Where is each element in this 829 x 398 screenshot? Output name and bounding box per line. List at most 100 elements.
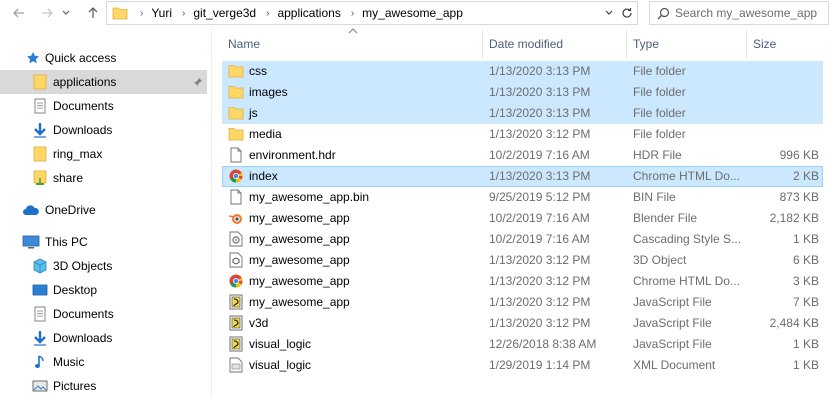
search-box[interactable] [649,1,829,25]
nav-this-pc[interactable]: This PC [0,230,207,254]
file-row[interactable]: images 1/13/2020 3:13 PM File folder [222,82,823,103]
file-row[interactable]: my_awesome_app 1/13/2020 3:12 PM 3D Object… [222,250,823,271]
file-row[interactable]: my_awesome_app 1/13/2020 3:12 PM Chrome HT… [222,271,823,292]
file-type: JavaScript File [633,295,712,309]
nav-item-ring-max[interactable]: ring_max [0,142,207,166]
file-type: JavaScript File [633,337,712,351]
column-size-header[interactable]: Size [747,30,823,58]
file-date-modified: 1/13/2020 3:12 PM [489,295,591,309]
pictures-icon [31,377,49,395]
column-date-header[interactable]: Date modified [483,30,626,58]
chevron-down-icon [605,10,613,15]
file-row[interactable]: media 1/13/2020 3:12 PM File folder [222,124,823,145]
file-row[interactable]: visual_logic 12/26/2018 8:38 AM JavaScript… [222,334,823,355]
folder-icon [228,84,244,100]
recent-locations-button[interactable] [58,2,74,24]
nav-item-label: 3D Objects [53,259,113,273]
file-date-modified: 9/25/2019 5:12 PM [489,190,591,204]
file-type: JavaScript File [633,316,712,330]
file-name: my_awesome_app [249,274,350,288]
chrome-icon [228,273,244,289]
file-row[interactable]: js 1/13/2020 3:13 PM File folder [222,103,823,124]
search-input[interactable] [675,6,825,20]
file-row[interactable]: my_awesome_app 10/2/2019 7:16 AM Cascading… [222,229,823,250]
breadcrumb-applications[interactable]: applications [277,6,340,20]
nav-quick-access[interactable]: Quick access [0,46,207,70]
column-type-header[interactable]: Type [627,30,746,58]
file-type: File folder [633,85,686,99]
breadcrumb-my-awesome-app[interactable]: my_awesome_app [362,6,463,20]
download-arrow-icon [31,329,49,347]
js-file-icon [228,336,244,352]
breadcrumb-git-verge3d[interactable]: git_verge3d [193,6,256,20]
nav-item-pictures[interactable]: Pictures [0,374,207,398]
chevron-down-icon [62,10,70,15]
folder-icon [110,3,130,23]
nav-item-applications[interactable]: applications [0,70,207,94]
file-date-modified: 12/26/2018 8:38 AM [489,337,597,351]
pane-divider[interactable] [211,26,212,398]
pin-icon[interactable] [192,76,204,88]
folder-icon [228,105,244,121]
nav-item-desktop[interactable]: Desktop [0,278,207,302]
file-row[interactable]: my_awesome_app 1/13/2020 3:12 PM JavaScrip… [222,292,823,313]
file-date-modified: 1/13/2020 3:12 PM [489,253,591,267]
address-toolbar: › Yuri › git_verge3d › applications › my… [0,0,829,26]
nav-item-share[interactable]: share [0,166,207,190]
3d-objects-icon [31,257,49,275]
folder-icon [31,73,49,91]
address-history-button[interactable] [601,5,617,21]
file-size: 1 KB [792,337,819,351]
refresh-button[interactable] [619,5,635,21]
js-file-icon [228,315,244,331]
file-size: 2 KB [792,169,819,183]
back-button[interactable] [8,2,30,24]
chrome-icon [228,168,244,184]
file-date-modified: 1/13/2020 3:13 PM [489,85,591,99]
breadcrumb-yuri[interactable]: Yuri [151,6,172,20]
nav-item-music[interactable]: Music [0,350,207,374]
file-row[interactable]: css 1/13/2020 3:13 PM File folder [222,61,823,82]
blender-icon [228,210,244,226]
nav-item-pc-downloads[interactable]: Downloads [0,326,207,350]
navigation-pane: Quick access applications Documents Down… [0,30,210,398]
refresh-icon [622,8,632,18]
file-name: my_awesome_app [249,211,350,225]
nav-item-pc-documents[interactable]: Documents [0,302,207,326]
3d-object-file-icon [228,252,244,268]
nav-item-documents[interactable]: Documents [0,94,207,118]
file-row[interactable]: visual_logic 1/29/2019 1:14 PM XML Documen… [222,355,823,376]
file-type: Cascading Style S... [633,232,741,246]
js-file-icon [228,294,244,310]
file-row[interactable]: my_awesome_app 10/2/2019 7:16 AM Blender F… [222,208,823,229]
column-date-label: Date modified [489,37,564,51]
nav-item-label: Music [53,355,85,369]
file-date-modified: 1/13/2020 3:13 PM [489,169,591,183]
star-icon [24,49,42,67]
up-button[interactable] [82,2,104,24]
forward-button[interactable] [36,2,58,24]
file-name: my_awesome_app [249,253,350,267]
desktop-icon [31,281,49,299]
column-size-label: Size [753,37,777,51]
nav-item-label: Documents [53,307,114,321]
file-name: environment.hdr [249,148,336,162]
nav-onedrive[interactable]: OneDrive [0,198,207,222]
address-bar[interactable]: › Yuri › git_verge3d › applications › my… [106,1,638,25]
computer-icon [22,233,40,251]
file-name: js [249,106,258,120]
file-row[interactable]: index 1/13/2020 3:13 PM Chrome HTML Do... 2… [222,166,823,187]
file-row[interactable]: environment.hdr 10/2/2019 7:16 AM HDR File… [222,145,823,166]
file-size: 7 KB [792,295,819,309]
nav-item-label: applications [53,75,117,89]
file-date-modified: 10/2/2019 7:16 AM [489,148,590,162]
nav-item-label: Desktop [53,283,98,297]
file-name: index [249,169,278,183]
file-row[interactable]: my_awesome_app.bin 9/25/2019 5:12 PM BIN F… [222,187,823,208]
nav-item-3d-objects[interactable]: 3D Objects [0,254,207,278]
nav-item-downloads[interactable]: Downloads [0,118,207,142]
file-row[interactable]: v3d 1/13/2020 3:12 PM JavaScript File 2,484… [222,313,823,334]
file-size: 873 KB [779,190,819,204]
file-date-modified: 10/2/2019 7:16 AM [489,232,590,246]
breadcrumb-separator-icon: › [140,7,144,19]
